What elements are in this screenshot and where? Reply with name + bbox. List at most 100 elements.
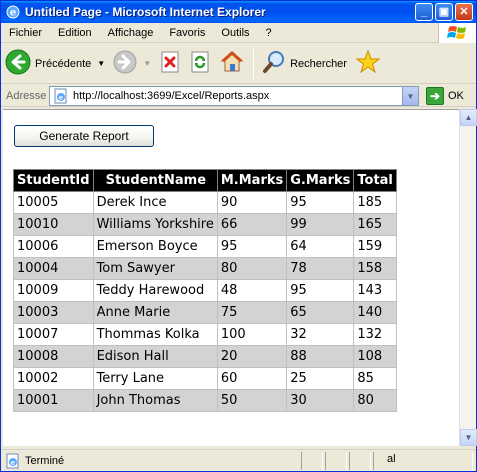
svg-text:e: e <box>10 8 16 19</box>
cell-gmarks: 88 <box>286 345 355 368</box>
back-button[interactable]: Précédente ▼ <box>1 46 109 82</box>
page-icon: e <box>53 88 69 104</box>
home-button[interactable] <box>215 46 249 82</box>
cell-gmarks: 78 <box>286 257 355 280</box>
search-label: Rechercher <box>290 57 347 70</box>
cell-studentid: 10003 <box>13 301 94 324</box>
close-button[interactable]: ✕ <box>455 3 473 21</box>
address-label: Adresse <box>6 89 47 102</box>
generate-report-button[interactable]: Generate Report <box>14 125 154 147</box>
home-icon <box>219 49 245 78</box>
back-label: Précédente <box>35 57 92 70</box>
cell-mmarks: 80 <box>216 257 288 280</box>
cell-studentid: 10009 <box>13 279 94 302</box>
menu-edition[interactable]: Edition <box>50 27 100 39</box>
cell-mmarks: 20 <box>216 345 288 368</box>
status-bar: e Terminé al <box>1 449 476 471</box>
cell-gmarks: 65 <box>286 301 355 324</box>
table-header-row: StudentId StudentName M.Marks G.Marks To… <box>13 169 397 192</box>
status-panel <box>325 452 347 470</box>
maximize-button[interactable]: ▣ <box>435 3 453 21</box>
cell-mmarks: 90 <box>216 191 288 214</box>
security-zone-text: al <box>387 453 396 465</box>
scroll-up-icon[interactable]: ▲ <box>460 109 477 126</box>
cell-studentid: 10005 <box>13 191 94 214</box>
address-url: http://localhost:3699/Excel/Reports.aspx <box>73 90 270 102</box>
cell-mmarks: 50 <box>216 389 288 412</box>
cell-studentid: 10001 <box>13 389 94 412</box>
cell-studentname: Derek Ince <box>92 191 218 214</box>
back-dropdown-icon[interactable]: ▼ <box>97 59 105 68</box>
cell-gmarks: 25 <box>286 367 355 390</box>
cell-total: 159 <box>353 235 397 258</box>
header-total: Total <box>353 169 397 192</box>
forward-button[interactable]: ▼ <box>109 46 155 82</box>
header-gmarks: G.Marks <box>286 169 355 192</box>
forward-dropdown-icon[interactable]: ▼ <box>143 59 151 68</box>
cell-studentname: Edison Hall <box>92 345 218 368</box>
menu-help[interactable]: ? <box>258 27 280 39</box>
table-row: 10008 Edison Hall 20 88 108 <box>13 345 397 368</box>
cell-studentname: Williams Yorkshire <box>92 213 218 236</box>
refresh-icon <box>189 50 211 77</box>
menu-outils[interactable]: Outils <box>213 27 257 39</box>
menu-fichier[interactable]: Fichier <box>1 27 50 39</box>
header-studentid: StudentId <box>13 169 94 192</box>
go-button[interactable]: ➔ OK <box>426 87 464 105</box>
address-input[interactable]: e http://localhost:3699/Excel/Reports.as… <box>49 86 419 106</box>
report-table: StudentId StudentName M.Marks G.Marks To… <box>13 169 397 412</box>
ie-logo-icon: e <box>5 4 21 20</box>
go-arrow-icon: ➔ <box>426 87 444 105</box>
cell-mmarks: 75 <box>216 301 288 324</box>
go-label: OK <box>448 90 464 102</box>
menu-affichage[interactable]: Affichage <box>100 27 162 39</box>
cell-studentname: Emerson Boyce <box>92 235 218 258</box>
title-bar[interactable]: e Untitled Page - Microsoft Internet Exp… <box>1 1 476 23</box>
address-bar: Adresse e http://localhost:3699/Excel/Re… <box>1 85 476 107</box>
toolbar-separator <box>253 48 255 79</box>
cell-gmarks: 64 <box>286 235 355 258</box>
cell-total: 158 <box>353 257 397 280</box>
cell-mmarks: 48 <box>216 279 288 302</box>
windows-logo-icon <box>438 23 476 43</box>
forward-arrow-icon <box>113 50 137 77</box>
cell-studentid: 10004 <box>13 257 94 280</box>
scroll-down-icon[interactable]: ▼ <box>460 429 477 446</box>
svg-text:e: e <box>11 458 16 467</box>
menu-bar: Fichier Edition Affichage Favoris Outils… <box>1 23 476 43</box>
table-body: 10005 Derek Ince 90 95 185 10010 Williams York… <box>13 191 397 412</box>
table-row: 10001 John Thomas 50 30 80 <box>13 389 397 412</box>
cell-mmarks: 100 <box>216 323 288 346</box>
table-row: 10006 Emerson Boyce 95 64 159 <box>13 235 397 258</box>
refresh-button[interactable] <box>185 46 215 82</box>
favorites-button[interactable] <box>351 46 385 82</box>
table-row: 10004 Tom Sawyer 80 78 158 <box>13 257 397 280</box>
stop-button[interactable] <box>155 46 185 82</box>
cell-gmarks: 95 <box>286 279 355 302</box>
cell-studentname: Terry Lane <box>92 367 218 390</box>
cell-total: 132 <box>353 323 397 346</box>
search-button[interactable]: Rechercher <box>258 46 351 82</box>
cell-total: 85 <box>353 367 397 390</box>
table-row: 10009 Teddy Harewood 48 95 143 <box>13 279 397 302</box>
cell-gmarks: 32 <box>286 323 355 346</box>
cell-gmarks: 30 <box>286 389 355 412</box>
table-row: 10002 Terry Lane 60 25 85 <box>13 367 397 390</box>
address-dropdown-icon[interactable]: ▼ <box>402 87 418 105</box>
cell-studentid: 10002 <box>13 367 94 390</box>
cell-studentname: Thommas Kolka <box>92 323 218 346</box>
minimize-button[interactable]: _ <box>415 3 433 21</box>
menu-favoris[interactable]: Favoris <box>161 27 213 39</box>
toolbar: Précédente ▼ ▼ Rechercher <box>1 44 476 84</box>
vertical-scrollbar[interactable]: ▲ ▼ <box>459 109 477 446</box>
cell-total: 185 <box>353 191 397 214</box>
cell-total: 140 <box>353 301 397 324</box>
header-studentname: StudentName <box>92 169 218 192</box>
cell-studentid: 10008 <box>13 345 94 368</box>
stop-icon <box>159 50 181 77</box>
cell-studentname: Anne Marie <box>92 301 218 324</box>
status-text: Terminé <box>25 454 65 467</box>
cell-studentid: 10007 <box>13 323 94 346</box>
cell-gmarks: 99 <box>286 213 355 236</box>
table-row: 10010 Williams Yorkshire 66 99 165 <box>13 213 397 236</box>
